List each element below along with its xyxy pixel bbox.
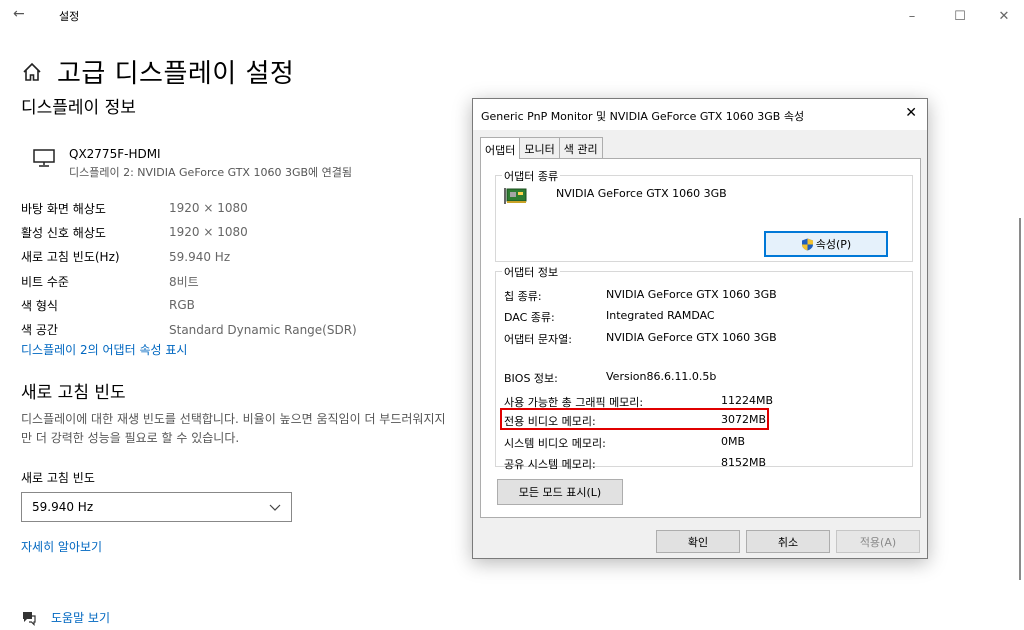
refresh-rate-select[interactable]: 59.940 Hz xyxy=(21,492,292,522)
info-label: BIOS 정보: xyxy=(504,372,558,385)
learn-more-link[interactable]: 자세히 알아보기 xyxy=(21,538,102,555)
info-value: 59.940 Hz xyxy=(169,249,231,264)
memory-label: 공유 시스템 메모리: xyxy=(504,458,596,471)
apply-button[interactable]: 적용(A) xyxy=(836,530,920,553)
dialog-title: Generic PnP Monitor 및 NVIDIA GeForce GTX… xyxy=(481,110,805,123)
maximize-button[interactable]: ☐ xyxy=(940,4,980,28)
info-row: 바탕 화면 해상도 1920 × 1080 xyxy=(21,196,357,220)
adapter-info-group: 어댑터 정보 칩 종류: NVIDIA GeForce GTX 1060 3GB… xyxy=(495,264,913,471)
adapter-info-legend: 어댑터 정보 xyxy=(502,264,561,280)
info-label: DAC 종류: xyxy=(504,311,555,324)
adapter-properties-link[interactable]: 디스플레이 2의 어댑터 속성 표시 xyxy=(21,341,187,358)
info-label: 비트 수준 xyxy=(21,274,69,289)
refresh-rate-value: 59.940 Hz xyxy=(32,500,94,514)
memory-label: 시스템 비디오 메모리: xyxy=(504,437,606,450)
adapter-type-legend: 어댑터 종류 xyxy=(502,168,561,184)
properties-button-label: 속성(P) xyxy=(815,238,852,251)
adapter-properties-dialog: Generic PnP Monitor 및 NVIDIA GeForce GTX… xyxy=(472,98,928,559)
info-value: 1920 × 1080 xyxy=(169,225,248,240)
dialog-tabs: 어댑터 모니터 색 관리 xyxy=(480,137,603,159)
refresh-rate-heading: 새로 고침 빈도 xyxy=(21,383,126,403)
ok-button[interactable]: 확인 xyxy=(656,530,740,553)
help-row[interactable]: 도움말 보기 xyxy=(21,609,110,626)
memory-label: 전용 비디오 메모리: xyxy=(504,415,596,428)
tab-adapter[interactable]: 어댑터 xyxy=(480,137,521,159)
monitor-connection: 디스플레이 2: NVIDIA GeForce GTX 1060 3GB에 연결… xyxy=(69,166,352,179)
info-label: 어댑터 문자열: xyxy=(504,333,572,346)
info-label: 색 공간 xyxy=(21,323,58,338)
dialog-titlebar: Generic PnP Monitor 및 NVIDIA GeForce GTX… xyxy=(473,99,927,130)
info-value: Version86.6.11.0.5b xyxy=(606,370,717,383)
refresh-rate-label: 새로 고침 빈도 xyxy=(21,471,95,485)
info-value: NVIDIA GeForce GTX 1060 3GB xyxy=(606,331,777,344)
info-label: 칩 종류: xyxy=(504,290,542,303)
graphics-card-icon xyxy=(504,188,527,204)
info-label: 바탕 화면 해상도 xyxy=(21,201,106,216)
info-row: 색 형식 RGB xyxy=(21,293,357,317)
close-button[interactable]: ✕ xyxy=(984,4,1024,28)
help-chat-icon xyxy=(23,611,36,626)
dialog-close-button[interactable]: ✕ xyxy=(905,105,917,121)
display-info-heading: 디스플레이 정보 xyxy=(21,98,136,118)
info-label: 색 형식 xyxy=(21,298,58,313)
info-row: 비트 수준 8비트 xyxy=(21,269,357,293)
display-info-table: 바탕 화면 해상도 1920 × 1080 활성 신호 해상도 1920 × 1… xyxy=(21,196,357,342)
home-icon[interactable] xyxy=(21,61,43,83)
info-row: 활성 신호 해상도 1920 × 1080 xyxy=(21,220,357,244)
chevron-down-icon xyxy=(269,504,281,511)
info-value: Integrated RAMDAC xyxy=(606,309,715,322)
info-label: 활성 신호 해상도 xyxy=(21,225,106,240)
scrollbar[interactable] xyxy=(1019,218,1021,580)
tab-color-management[interactable]: 색 관리 xyxy=(558,137,603,159)
shield-icon xyxy=(801,238,813,250)
memory-value: 0MB xyxy=(721,435,746,448)
monitor-name: QX2775F-HDMI xyxy=(69,147,161,161)
info-label: 새로 고침 빈도(Hz) xyxy=(21,250,120,265)
adapter-type-group: 어댑터 종류 NVIDIA GeForce GTX 1060 3GB 속성(P) xyxy=(495,168,913,262)
tab-monitor[interactable]: 모니터 xyxy=(519,137,560,159)
memory-value: 3072MB xyxy=(721,413,767,426)
page-header: 고급 디스플레이 설정 xyxy=(21,53,294,90)
window-title: 설정 xyxy=(59,10,80,23)
refresh-rate-description: 디스플레이에 대한 재생 빈도를 선택합니다. 비율이 높으면 움직임이 더 부… xyxy=(21,412,446,445)
info-row: 색 공간 Standard Dynamic Range(SDR) xyxy=(21,317,357,341)
info-value: Standard Dynamic Range(SDR) xyxy=(169,322,357,337)
info-value: NVIDIA GeForce GTX 1060 3GB xyxy=(606,288,777,301)
properties-button[interactable]: 속성(P) xyxy=(764,231,888,257)
monitor-row: QX2775F-HDMI 디스플레이 2: NVIDIA GeForce GTX… xyxy=(33,147,352,180)
help-link[interactable]: 도움말 보기 xyxy=(51,609,110,626)
minimize-button[interactable]: – xyxy=(892,4,932,28)
adapter-name: NVIDIA GeForce GTX 1060 3GB xyxy=(556,187,727,200)
cancel-button[interactable]: 취소 xyxy=(746,530,830,553)
list-all-modes-button[interactable]: 모든 모드 표시(L) xyxy=(497,479,623,505)
info-row: 새로 고침 빈도(Hz) 59.940 Hz xyxy=(21,245,357,269)
info-value: 8비트 xyxy=(169,274,199,289)
window-titlebar: ← 설정 – ☐ ✕ xyxy=(0,0,1024,32)
monitor-icon xyxy=(33,149,55,167)
adapter-tab-panel: 어댑터 종류 NVIDIA GeForce GTX 1060 3GB 속성(P)… xyxy=(480,158,921,518)
back-arrow-icon[interactable]: ← xyxy=(13,6,25,22)
info-value: 1920 × 1080 xyxy=(169,201,248,216)
memory-value: 8152MB xyxy=(721,456,767,469)
info-value: RGB xyxy=(169,298,195,313)
page-title: 고급 디스플레이 설정 xyxy=(57,59,295,89)
memory-value: 11224MB xyxy=(721,394,774,407)
